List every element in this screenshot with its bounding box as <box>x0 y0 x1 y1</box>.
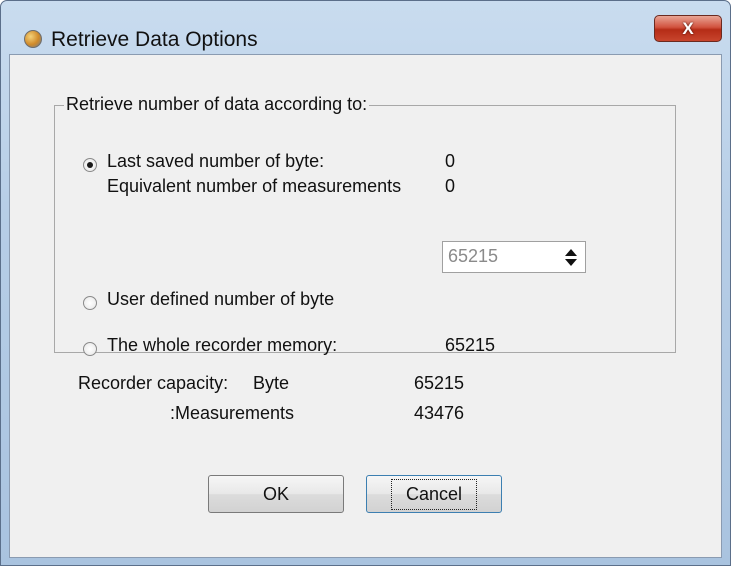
dialog-window: Retrieve Data Options X Retrieve number … <box>0 0 731 566</box>
whole-memory-value: 65215 <box>445 335 496 355</box>
title-bar[interactable]: Retrieve Data Options X <box>1 1 730 51</box>
ok-button-label: OK <box>262 483 289 504</box>
byte-count-spinner[interactable]: 65215 <box>442 241 586 273</box>
spin-up-icon[interactable] <box>565 248 577 256</box>
recorder-capacity-label: Recorder capacity: <box>78 373 229 393</box>
capacity-measurements-value: 43476 <box>414 403 465 423</box>
byte-count-input[interactable]: 65215 <box>448 246 498 267</box>
groupbox-legend: Retrieve number of data according to: <box>64 94 370 115</box>
retrieve-groupbox: Retrieve number of data according to: La… <box>54 94 676 356</box>
close-icon: X <box>682 18 694 38</box>
cancel-button[interactable]: Cancel <box>366 475 502 513</box>
equivalent-measurements-label: Equivalent number of measurements <box>107 176 402 196</box>
capacity-measurements-label: :Measurements <box>170 403 295 423</box>
dialog-client-area: Retrieve number of data according to: La… <box>9 54 722 558</box>
user-defined-label: User defined number of byte <box>107 289 335 309</box>
close-button[interactable]: X <box>654 15 722 42</box>
last-saved-value: 0 <box>445 151 456 171</box>
equivalent-measurements-value: 0 <box>445 176 456 196</box>
cancel-button-label: Cancel <box>390 478 478 510</box>
radio-whole-memory[interactable] <box>83 342 97 356</box>
radio-user-defined[interactable] <box>83 296 97 310</box>
spin-buttons[interactable] <box>560 245 582 269</box>
app-globe-icon <box>24 30 42 48</box>
spin-down-icon[interactable] <box>565 258 577 266</box>
ok-button[interactable]: OK <box>208 475 344 513</box>
last-saved-label: Last saved number of byte: <box>107 151 325 171</box>
window-title: Retrieve Data Options <box>51 28 258 51</box>
capacity-byte-value: 65215 <box>414 373 465 393</box>
radio-last-saved[interactable] <box>83 158 97 172</box>
whole-memory-label: The whole recorder memory: <box>107 335 338 355</box>
capacity-byte-label: Byte <box>253 373 290 393</box>
